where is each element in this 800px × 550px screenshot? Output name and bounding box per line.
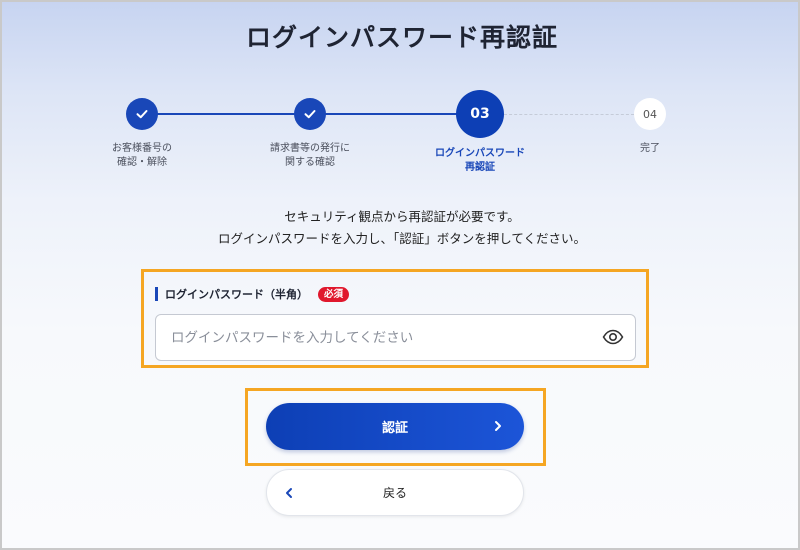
required-badge: 必須 xyxy=(318,286,350,302)
check-icon xyxy=(304,110,316,119)
authenticate-button[interactable]: 認証 xyxy=(266,403,524,450)
step-1-label: お客様番号の 確認・解除 xyxy=(112,143,172,168)
step-4-indicator: 04 xyxy=(634,98,666,130)
step-1-indicator xyxy=(126,98,158,130)
chevron-left-icon xyxy=(286,488,292,498)
app-frame: ログインパスワード再認証 お客様番号の 確認・解除 請求書等の発行に 関する確認… xyxy=(0,0,800,550)
instruction-line-1: セキュリティ観点から再認証が必要です。 xyxy=(284,209,520,224)
step-2-indicator xyxy=(294,98,326,130)
step-2-label: 請求書等の発行に 関する確認 xyxy=(270,143,350,168)
instruction-line-2: ログインパスワードを入力し、「認証」ボタンを押してください。 xyxy=(217,231,586,246)
step-4-label: 完了 xyxy=(640,143,660,154)
step-connector-pending xyxy=(504,114,634,115)
password-label-text: ログインパスワード（半角） xyxy=(165,288,308,301)
chevron-right-icon xyxy=(495,421,501,431)
authenticate-button-label: 認証 xyxy=(381,421,408,436)
password-input[interactable] xyxy=(155,314,636,361)
check-icon xyxy=(136,110,148,119)
back-button-label: 戻る xyxy=(382,486,407,500)
step-3-indicator: 03 xyxy=(456,90,504,138)
step-3-label: ログインパスワード 再認証 xyxy=(435,148,525,173)
page-title: ログインパスワード再認証 xyxy=(245,23,558,52)
password-field-label: ログインパスワード（半角） 必須 xyxy=(155,286,350,302)
eye-icon xyxy=(602,329,624,345)
password-visibility-toggle[interactable] xyxy=(600,325,626,349)
back-button[interactable]: 戻る xyxy=(266,469,524,516)
